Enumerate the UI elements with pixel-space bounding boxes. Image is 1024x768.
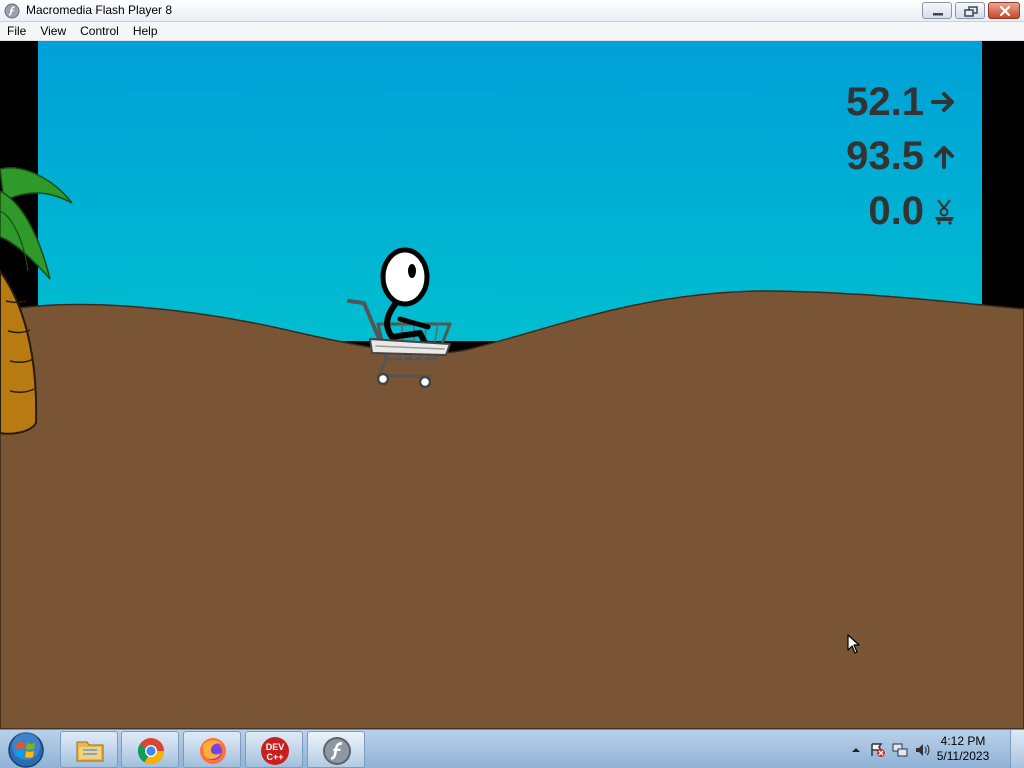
minimize-button[interactable] <box>922 2 952 19</box>
chrome-icon <box>137 738 165 765</box>
hud-height: 93.5 <box>828 134 958 176</box>
network-icon[interactable] <box>892 742 908 758</box>
taskbar-file-explorer[interactable] <box>60 731 118 768</box>
window-titlebar[interactable]: Macromedia Flash Player 8 <box>0 0 1024 22</box>
windows-start-icon[interactable] <box>4 731 48 768</box>
hud-height-value: 93.5 <box>846 134 924 179</box>
clock-date: 5/11/2023 <box>936 749 990 763</box>
show-hidden-icons-icon[interactable] <box>848 742 864 758</box>
menu-view[interactable]: View <box>33 24 73 38</box>
taskbar-chrome[interactable] <box>121 731 179 768</box>
action-center-icon[interactable] <box>870 742 886 758</box>
flash-player-icon <box>4 3 20 19</box>
ground <box>0 290 1024 729</box>
firefox-icon <box>200 738 226 764</box>
clock-time: 4:12 PM <box>940 734 986 748</box>
arrow-up-icon <box>934 146 954 170</box>
file-explorer-icon <box>76 741 104 762</box>
restore-button[interactable] <box>955 2 985 19</box>
menu-file[interactable]: File <box>0 24 33 38</box>
close-icon <box>999 5 1011 17</box>
hud-horizontal-distance: 52.1 <box>828 80 958 122</box>
arrow-right-icon <box>931 92 954 113</box>
minimize-icon <box>933 13 943 16</box>
dev-cpp-icon: DEV C++ <box>261 737 289 765</box>
show-desktop-button[interactable] <box>1010 730 1024 768</box>
taskbar-flash-player[interactable] <box>307 731 365 768</box>
taskbar-dev-cpp[interactable]: DEV C++ <box>245 731 303 768</box>
hud-third-value: 0.0 <box>868 189 924 234</box>
hud-third-stat: 0.0 <box>828 189 958 231</box>
menu-help[interactable]: Help <box>126 24 165 38</box>
hud-horizontal-value: 52.1 <box>846 80 924 125</box>
flash-player-icon <box>323 737 351 765</box>
menu-bar: File View Control Help <box>0 22 1024 41</box>
restore-icon <box>964 6 978 17</box>
stickman-cart-icon <box>935 199 954 226</box>
svg-text:C++: C++ <box>266 752 283 762</box>
taskbar-firefox[interactable] <box>183 731 241 768</box>
taskbar: DEV C++ 4:12 PM 5/11/2023 <box>0 729 1024 768</box>
mouse-cursor-icon <box>847 634 860 654</box>
close-button[interactable] <box>988 2 1020 19</box>
svg-text:DEV: DEV <box>266 742 285 752</box>
window-title: Macromedia Flash Player 8 <box>26 3 173 17</box>
flash-game-stage[interactable]: 52.1 93.5 0.0 <box>0 41 1024 729</box>
system-tray: 4:12 PM 5/11/2023 <box>824 730 1024 768</box>
menu-control[interactable]: Control <box>73 24 126 38</box>
taskbar-clock[interactable]: 4:12 PM 5/11/2023 <box>928 734 998 764</box>
